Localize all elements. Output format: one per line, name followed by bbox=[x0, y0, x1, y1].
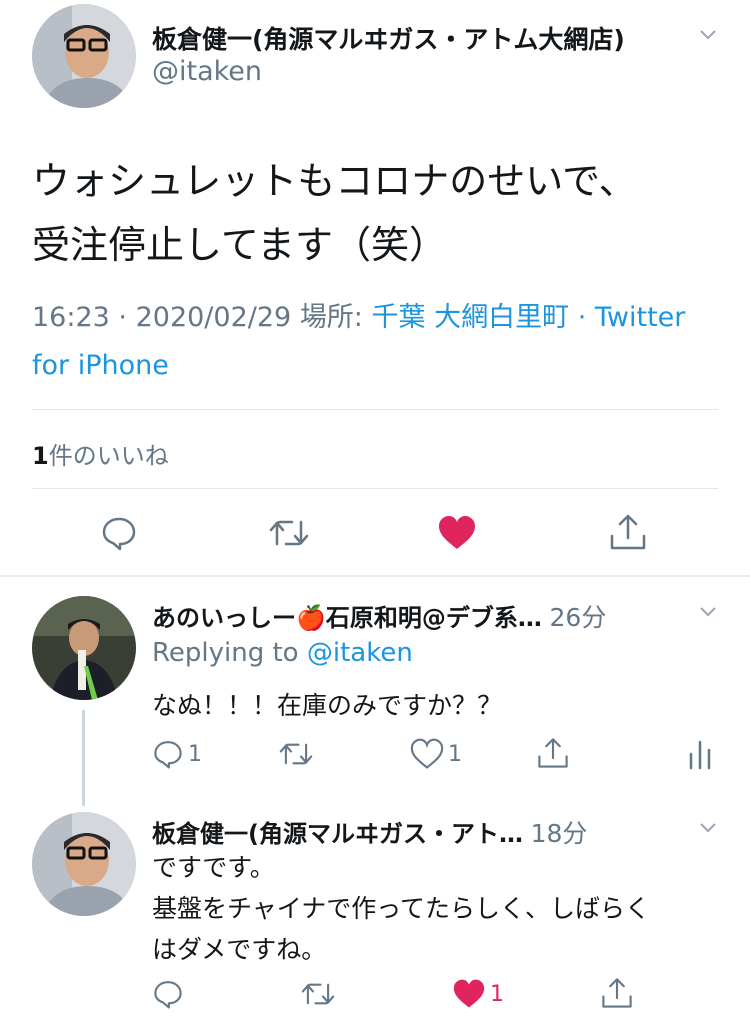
reply-button[interactable] bbox=[152, 978, 184, 1010]
reply-icon bbox=[154, 981, 182, 1009]
retweet-button[interactable] bbox=[300, 978, 336, 1010]
heart-icon bbox=[453, 979, 485, 1008]
meta-separator: · bbox=[577, 302, 587, 333]
retweet-icon bbox=[269, 520, 309, 546]
share-button[interactable] bbox=[608, 512, 648, 552]
location-label: 場所: bbox=[299, 302, 363, 333]
reply-author-name[interactable]: あのいっしー🍎石原和明@デブ系… bbox=[152, 604, 542, 632]
reply-text-line2: 基盤をチャイナで作ってたらしく、しばらく bbox=[152, 894, 651, 923]
reply-button[interactable]: 1 bbox=[152, 738, 202, 770]
author-handle[interactable]: @itaken bbox=[152, 56, 262, 87]
retweet-icon bbox=[279, 743, 313, 765]
source-link[interactable]: Twitter bbox=[595, 302, 686, 333]
reply-button[interactable] bbox=[100, 514, 138, 552]
share-button[interactable] bbox=[600, 976, 634, 1010]
chevron-down-icon[interactable] bbox=[700, 823, 716, 833]
reply-count: 1 bbox=[188, 741, 202, 767]
like-count: 1 bbox=[490, 981, 504, 1007]
share-icon bbox=[538, 738, 568, 768]
replying-handle[interactable]: @itaken bbox=[307, 638, 413, 668]
reply-text-line1: ですです。 bbox=[152, 853, 275, 882]
tweet-time: 16:23 bbox=[32, 302, 110, 333]
replying-to: Replying to @itaken bbox=[152, 638, 413, 668]
likes-label: 件のいいね bbox=[48, 442, 169, 470]
heart-icon bbox=[439, 516, 475, 549]
reply-time: 26分 bbox=[549, 603, 607, 632]
tweet-meta: 16:23 · 2020/02/29 場所: 千葉 大網白里町 · Twitte… bbox=[32, 295, 685, 334]
reply-time: 18分 bbox=[530, 819, 588, 848]
analytics-button[interactable] bbox=[688, 738, 712, 770]
author-name[interactable]: 板倉健一(角源マルヰガス・アトム大網店) bbox=[152, 20, 625, 56]
likes-count: 1 bbox=[32, 442, 49, 470]
reply-text-line3: はダメですね。 bbox=[152, 935, 327, 964]
avatar[interactable] bbox=[32, 812, 136, 916]
source-link-cont[interactable]: for iPhone bbox=[32, 350, 169, 381]
retweet-icon bbox=[301, 983, 335, 1005]
like-button[interactable]: 1 bbox=[410, 738, 462, 770]
avatar[interactable] bbox=[32, 4, 136, 108]
meta-separator: · bbox=[118, 302, 127, 333]
reply-header: 板倉健一(角源マルヰガス・アト… 18分 bbox=[152, 814, 587, 850]
like-count: 1 bbox=[448, 741, 462, 767]
tweet-date: 2020/02/29 bbox=[135, 302, 292, 333]
reply-icon bbox=[102, 517, 136, 551]
reply-header: あのいっしー🍎石原和明@デブ系… 26分 bbox=[152, 598, 606, 634]
share-button[interactable] bbox=[536, 736, 570, 770]
divider bbox=[0, 575, 750, 577]
chevron-down-icon[interactable] bbox=[700, 30, 716, 40]
like-button[interactable]: 1 bbox=[452, 978, 504, 1010]
likes-summary[interactable]: 1件のいいね bbox=[32, 436, 169, 471]
share-icon bbox=[610, 514, 646, 550]
location-link[interactable]: 千葉 大網白里町 bbox=[372, 302, 570, 333]
retweet-button[interactable] bbox=[278, 738, 314, 770]
reply-text: なぬ！！！在庫のみですか？？ bbox=[152, 691, 503, 720]
like-button[interactable] bbox=[437, 514, 477, 552]
reply-icon bbox=[154, 741, 182, 769]
analytics-icon bbox=[689, 740, 711, 770]
heart-icon bbox=[410, 738, 444, 769]
replying-label: Replying to bbox=[152, 638, 299, 668]
tweet-text-line1: ウォシュレットもコロナのせいで、 bbox=[32, 159, 637, 203]
avatar[interactable] bbox=[32, 596, 136, 700]
divider bbox=[32, 409, 718, 410]
retweet-button[interactable] bbox=[268, 514, 310, 552]
divider bbox=[32, 488, 718, 489]
tweet-text-line2: 受注停止してます（笑） bbox=[32, 223, 447, 267]
thread-line bbox=[82, 710, 85, 806]
share-icon bbox=[602, 978, 632, 1008]
chevron-down-icon[interactable] bbox=[700, 607, 716, 617]
reply-author-name[interactable]: 板倉健一(角源マルヰガス・アト… bbox=[152, 820, 523, 848]
